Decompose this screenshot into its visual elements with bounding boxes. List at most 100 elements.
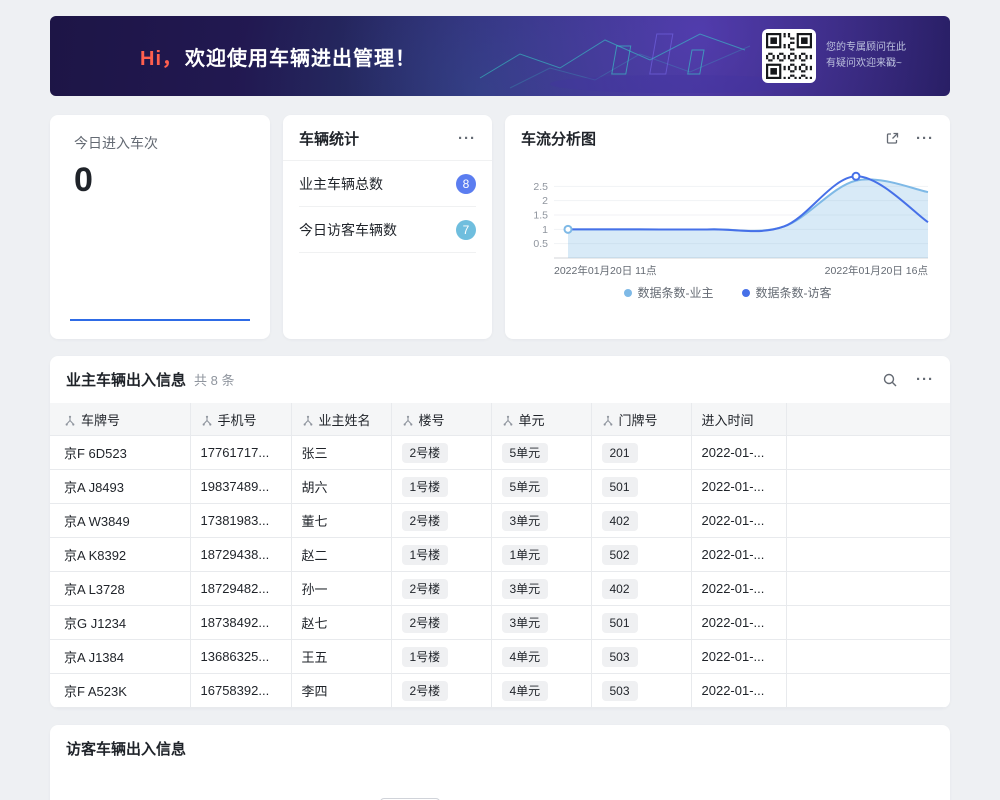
legend-item[interactable]: 数据条数-访客 <box>742 284 832 301</box>
cell-building: 2号楼 <box>391 674 491 708</box>
cell-time: 2022-01-... <box>691 640 786 674</box>
table-row: 京G J123418738492...赵七2号楼3单元5012022-01-..… <box>50 606 950 640</box>
cell-unit: 4单元 <box>491 640 591 674</box>
tag-pill: 503 <box>602 647 638 667</box>
welcome-banner: Hi，欢迎使用车辆进出管理！ 您的专属顾问在此 有疑问欢迎来戳~ <box>50 16 950 96</box>
cell-plate: 京A K8392 <box>50 538 190 572</box>
flow-chart: 0.511.522.52022年01月20日 11点2022年01月20日 16… <box>518 162 938 282</box>
flow-chart-header: 车流分析图 ··· <box>505 115 950 160</box>
column-header-手机号[interactable]: 手机号 <box>190 403 291 436</box>
owner-table-card: 业主车辆出入信息 共 8 条 ··· 车牌号手机号业主姓名楼号单元门牌号进入时 <box>50 356 950 708</box>
visitor-table-title: 访客车辆出入信息 <box>66 738 186 759</box>
qr-caption-line2: 有疑问欢迎来戳~ <box>826 56 906 72</box>
vehicle-stats-title: 车辆统计 <box>299 128 359 149</box>
cell-building: 1号楼 <box>391 640 491 674</box>
table-row: 京F 6D52317761717...张三2号楼5单元2012022-01-..… <box>50 436 950 470</box>
table-row: 京A J849319837489...胡六1号楼5单元5012022-01-..… <box>50 470 950 504</box>
column-header-label: 手机号 <box>218 413 257 428</box>
tag-pill: 4单元 <box>502 647 549 667</box>
cell-phone: 16758392... <box>190 674 291 708</box>
owner-table-header-bar: 业主车辆出入信息 共 8 条 ··· <box>50 356 950 403</box>
cell-unit: 3单元 <box>491 572 591 606</box>
svg-text:2022年01月20日 11点: 2022年01月20日 11点 <box>554 264 657 277</box>
more-icon[interactable]: ··· <box>916 131 934 146</box>
cell-owner-name: 李四 <box>291 674 391 708</box>
qr-code[interactable] <box>762 29 816 83</box>
legend-label: 数据条数-业主 <box>638 284 714 301</box>
cell-phone: 19837489... <box>190 470 291 504</box>
chart-title: 车流分析图 <box>521 128 596 149</box>
column-header-楼号[interactable]: 楼号 <box>391 403 491 436</box>
cell-plate: 京F A523K <box>50 674 190 708</box>
svg-text:1.5: 1.5 <box>533 210 548 222</box>
owner-table-head-row: 车牌号 手机号 业主姓名 楼号 单元 门牌号 进入时间 <box>50 403 950 436</box>
export-icon[interactable] <box>885 131 900 146</box>
chart-legend: 数据条数-业主 数据条数-访客 <box>505 284 950 301</box>
tag-pill: 2号楼 <box>402 511 449 531</box>
column-header-label: 楼号 <box>419 413 445 428</box>
cell-owner-name: 赵七 <box>291 606 391 640</box>
cell-door: 501 <box>591 606 691 640</box>
svg-text:2: 2 <box>542 195 548 207</box>
tag-pill: 1单元 <box>502 545 549 565</box>
banner-title: Hi，欢迎使用车辆进出管理！ <box>140 42 416 71</box>
top-cards-row: 今日进入车次 0 车辆统计 ··· 业主车辆总数 8 今日访客车辆数 7 <box>50 115 950 339</box>
svg-text:2022年01月20日 16点: 2022年01月20日 16点 <box>824 264 927 277</box>
tag-pill: 402 <box>602 511 638 531</box>
cell-door: 201 <box>591 436 691 470</box>
cell-door: 402 <box>591 504 691 538</box>
qr-svg <box>766 33 812 79</box>
owner-table-head: 车牌号 手机号 业主姓名 楼号 单元 门牌号 进入时间 <box>50 403 950 436</box>
cell-time: 2022-01-... <box>691 572 786 606</box>
column-header-进入时间[interactable]: 进入时间 <box>691 403 786 436</box>
cell-filler <box>786 572 950 606</box>
column-header-单元[interactable]: 单元 <box>491 403 591 436</box>
visitor-table-card: 访客车辆出入信息 截屏 <box>50 725 950 800</box>
field-type-icon <box>602 415 614 427</box>
qr-caption-line1: 您的专属顾问在此 <box>826 40 906 56</box>
table-row: 京A K839218729438...赵二1号楼1单元5022022-01-..… <box>50 538 950 572</box>
legend-dot-icon <box>624 289 632 297</box>
table-row: 京A W384917381983...董七2号楼3单元4022022-01-..… <box>50 504 950 538</box>
owner-table-title: 业主车辆出入信息 <box>66 369 186 390</box>
cell-building: 1号楼 <box>391 538 491 572</box>
stat-title: 今日进入车次 <box>74 133 246 153</box>
tag-pill: 4单元 <box>502 681 549 701</box>
tag-pill: 2号楼 <box>402 443 449 463</box>
cell-phone: 13686325... <box>190 640 291 674</box>
cell-building: 2号楼 <box>391 606 491 640</box>
more-icon[interactable]: ··· <box>458 131 476 146</box>
tag-pill: 2号楼 <box>402 613 449 633</box>
stats-row-label: 今日访客车辆数 <box>299 220 397 240</box>
column-header-业主姓名[interactable]: 业主姓名 <box>291 403 391 436</box>
cell-door: 503 <box>591 674 691 708</box>
column-header-车牌号[interactable]: 车牌号 <box>50 403 190 436</box>
search-icon[interactable] <box>882 372 898 388</box>
tag-pill: 3单元 <box>502 579 549 599</box>
more-icon[interactable]: ··· <box>916 372 934 387</box>
tag-pill: 3单元 <box>502 613 549 633</box>
field-type-icon <box>64 415 76 427</box>
cell-owner-name: 赵二 <box>291 538 391 572</box>
cell-filler <box>786 606 950 640</box>
cell-time: 2022-01-... <box>691 538 786 572</box>
cell-phone: 18729482... <box>190 572 291 606</box>
stat-value: 0 <box>74 161 246 200</box>
cell-door: 502 <box>591 538 691 572</box>
cell-unit: 5单元 <box>491 470 591 504</box>
stats-row-visitor-today: 今日访客车辆数 7 <box>299 207 476 253</box>
legend-label: 数据条数-访客 <box>756 284 832 301</box>
tag-pill: 2号楼 <box>402 579 449 599</box>
tag-pill: 5单元 <box>502 477 549 497</box>
column-header-label: 门牌号 <box>619 413 658 428</box>
cell-time: 2022-01-... <box>691 606 786 640</box>
cell-phone: 17761717... <box>190 436 291 470</box>
stats-row-label: 业主车辆总数 <box>299 174 383 194</box>
cell-filler <box>786 436 950 470</box>
legend-dot-icon <box>742 289 750 297</box>
column-header-门牌号[interactable]: 门牌号 <box>591 403 691 436</box>
tag-pill: 502 <box>602 545 638 565</box>
cell-time: 2022-01-... <box>691 674 786 708</box>
legend-item[interactable]: 数据条数-业主 <box>624 284 714 301</box>
tag-pill: 1号楼 <box>402 545 449 565</box>
